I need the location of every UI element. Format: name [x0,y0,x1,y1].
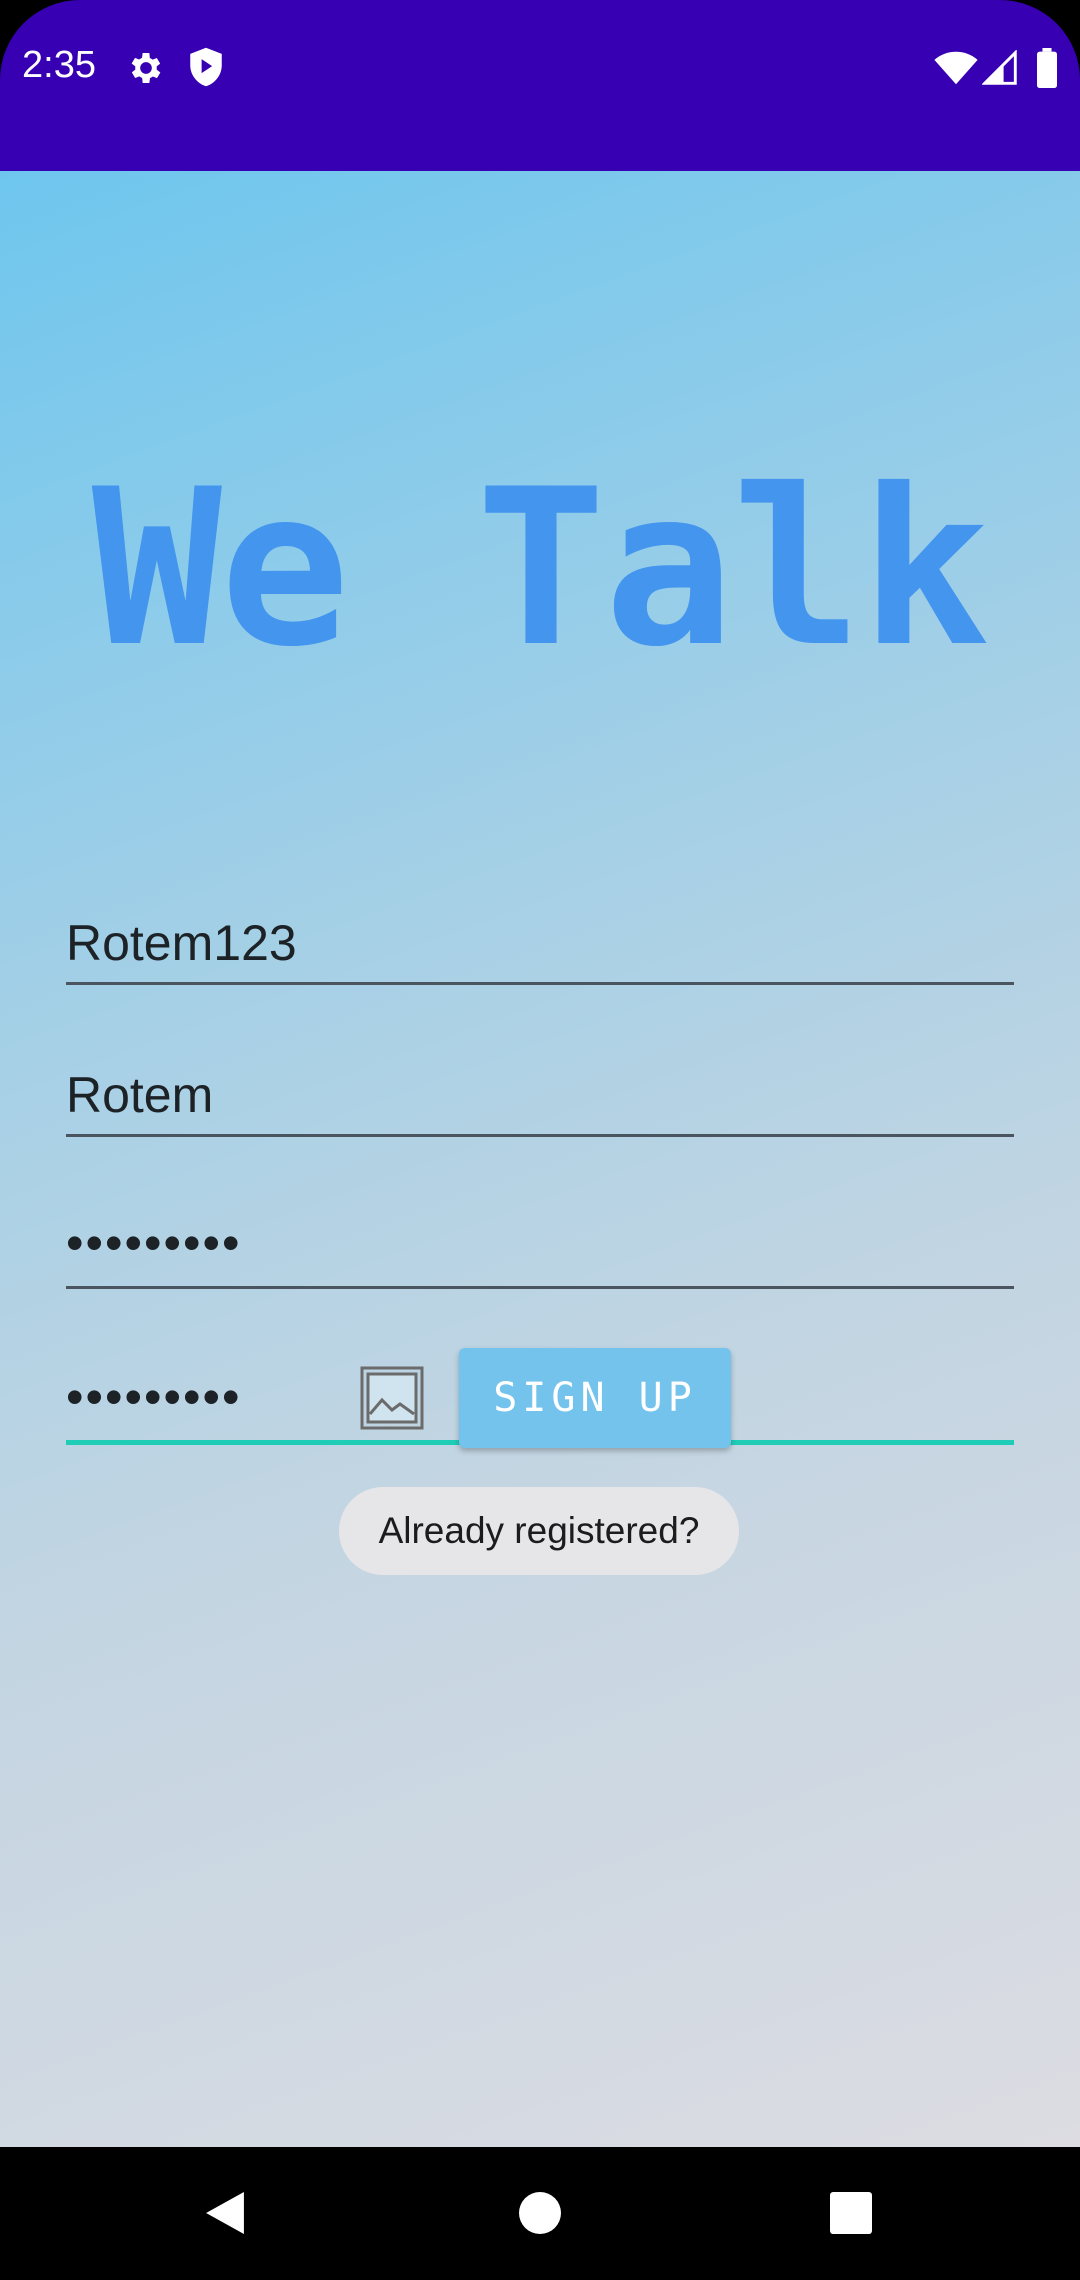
home-icon[interactable] [519,2192,561,2234]
back-icon[interactable] [204,2189,246,2237]
username-field[interactable]: Rotem123 [66,905,1014,985]
password-field[interactable]: ••••••••• [66,1209,1014,1289]
status-time: 2:35 [22,44,96,86]
navigation-bar [0,2147,1080,2280]
name-value: Rotem [66,1067,214,1123]
name-field[interactable]: Rotem [66,1057,1014,1137]
already-registered-button[interactable]: Already registered? [339,1487,739,1575]
gear-icon [131,53,161,83]
phone-screen: 2:35 We Talk Rotem123 Rotem ••••••••• ••… [0,0,1080,2280]
shield-icon [190,47,222,87]
password-value: ••••••••• [66,1215,242,1271]
signal-icon [982,50,1017,85]
image-icon[interactable] [360,1366,424,1430]
recents-icon[interactable] [830,2192,872,2234]
wifi-icon [934,51,978,85]
battery-icon [1037,48,1057,88]
signup-button[interactable]: SIGN UP [459,1348,731,1448]
status-bar: 2:35 [0,0,1080,171]
username-value: Rotem123 [66,915,297,971]
confirm-password-value: ••••••••• [66,1369,242,1425]
app-title: We Talk [91,443,990,694]
signup-screen: We Talk Rotem123 Rotem ••••••••• •••••••… [0,171,1080,2147]
